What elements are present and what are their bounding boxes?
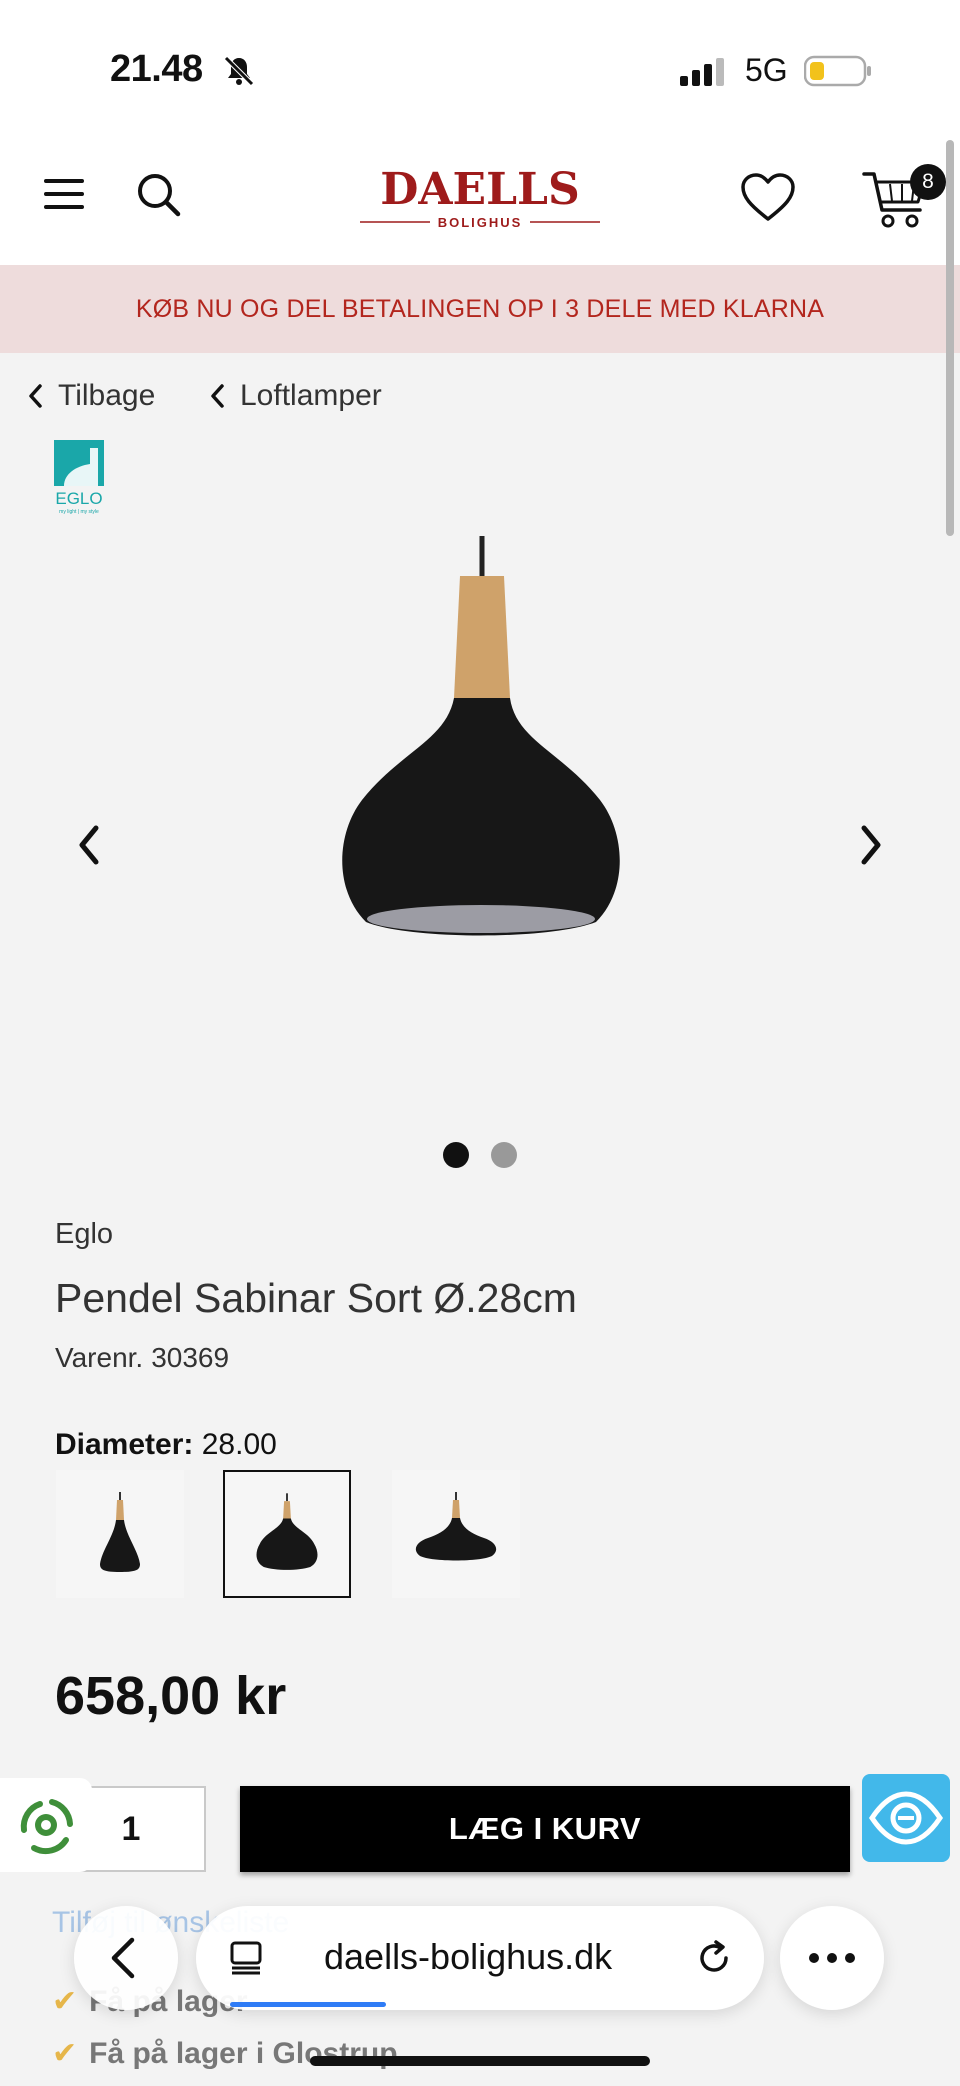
sku-value: 30369 [151, 1342, 230, 1373]
logo-text: DAELLS [380, 164, 579, 215]
sku-label: Varenr. [55, 1342, 144, 1373]
check-icon: ✔ [52, 2037, 78, 2070]
brand-logo-text: EGLO [55, 489, 102, 508]
reload-icon[interactable] [694, 1938, 734, 1978]
eco-badge[interactable] [0, 1778, 92, 1872]
variant-image [415, 1492, 497, 1561]
gallery-dot-active[interactable] [443, 1142, 469, 1168]
accessibility-widget[interactable] [862, 1774, 950, 1862]
network-type: 5G [745, 52, 788, 88]
chevron-left-icon[interactable] [72, 820, 106, 870]
product-title: Pendel Sabinar Sort Ø.28cm [55, 1275, 577, 1321]
browser-url[interactable]: daells-bolighus.dk [324, 1936, 612, 1978]
back-link-label: Tilbage [58, 379, 156, 412]
browser-more-button[interactable] [780, 1906, 884, 2010]
category-link[interactable]: Loftlamper [208, 376, 382, 416]
diameter-value: 28.00 [201, 1428, 277, 1461]
chevron-left-icon [111, 1937, 135, 1979]
back-link[interactable]: Tilbage [26, 376, 155, 416]
site-logo[interactable]: DAELLS BOLIGHUS [356, 164, 604, 234]
cellular-signal-icon [680, 58, 724, 86]
product-price: 658,00 kr [55, 1666, 287, 1726]
home-indicator[interactable] [310, 2056, 650, 2066]
category-link-label: Loftlamper [240, 379, 382, 412]
menu-icon[interactable] [42, 176, 86, 212]
promo-banner[interactable]: KØB NU OG DEL BETALINGEN OP I 3 DELE MED… [0, 265, 960, 353]
gallery-dot[interactable] [491, 1142, 517, 1168]
page-scrollbar[interactable] [946, 140, 954, 536]
tabs-icon[interactable] [228, 1940, 264, 1976]
chevron-left-icon [29, 384, 42, 408]
diameter-option: Diameter: 28.00 [55, 1428, 277, 1462]
brand-logo[interactable]: EGLO my light | my style [54, 440, 104, 516]
variant-thumbnail-selected[interactable] [223, 1470, 351, 1598]
product-brand[interactable]: Eglo [55, 1218, 113, 1251]
page-load-progress [230, 2002, 386, 2007]
logo-subtext: BOLIGHUS [438, 215, 523, 230]
heart-icon[interactable] [740, 172, 796, 224]
variant-image [256, 1493, 318, 1570]
site-header: DAELLS BOLIGHUS 8 [0, 130, 960, 265]
battery-icon [804, 55, 871, 87]
browser-address-bar[interactable]: daells-bolighus.dk [196, 1906, 764, 2010]
more-dots-icon [809, 1953, 855, 1963]
chevron-left-icon [211, 384, 224, 408]
status-bar: 21.48 5G [0, 0, 960, 130]
eye-icon [868, 1791, 944, 1845]
diameter-label: Diameter: [55, 1428, 194, 1461]
browser-back-button[interactable] [74, 1906, 178, 2010]
silent-bell-icon [224, 56, 254, 86]
search-icon[interactable] [134, 170, 182, 218]
cart-count-badge: 8 [910, 164, 946, 200]
status-time: 21.48 [110, 48, 203, 90]
product-image[interactable] [270, 530, 690, 1010]
recycle-icon [20, 1799, 73, 1855]
variant-thumbnail[interactable] [392, 1470, 520, 1598]
add-to-cart-button[interactable]: LÆG I KURV [240, 1786, 850, 1872]
variant-image [100, 1492, 140, 1572]
product-sku: Varenr. 30369 [55, 1342, 229, 1374]
brand-logo-tagline: my light | my style [59, 509, 99, 515]
chevron-right-icon[interactable] [854, 820, 888, 870]
variant-thumbnail[interactable] [56, 1470, 184, 1598]
